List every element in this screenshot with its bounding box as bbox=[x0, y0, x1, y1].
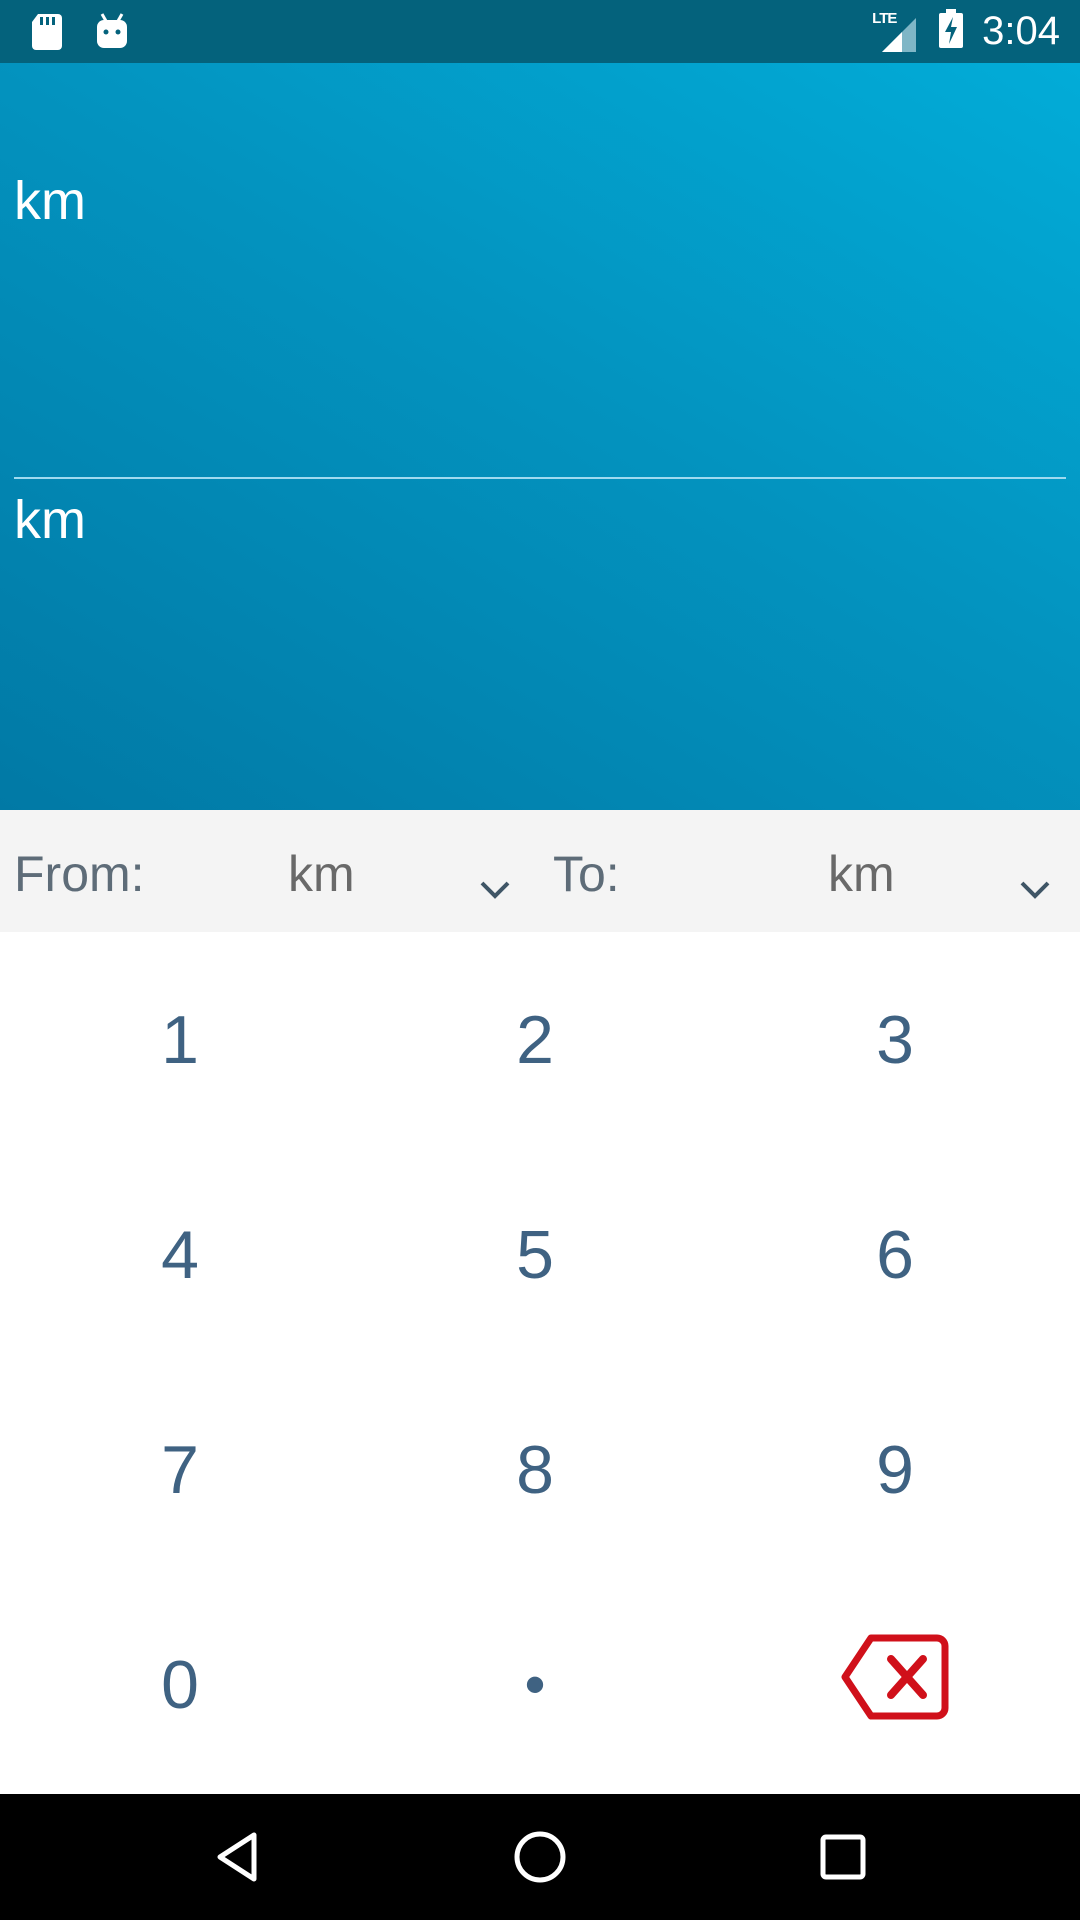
conversion-display: km km bbox=[0, 63, 1080, 810]
key-9[interactable]: 9 bbox=[715, 1362, 1075, 1577]
display-divider bbox=[14, 477, 1066, 479]
to-chevron-down-icon[interactable] bbox=[1018, 856, 1052, 899]
back-icon[interactable] bbox=[208, 1827, 268, 1887]
key-6[interactable]: 6 bbox=[715, 1147, 1075, 1362]
from-unit-dropdown[interactable]: km bbox=[288, 845, 355, 903]
from-label: From: bbox=[14, 846, 145, 902]
backspace-icon bbox=[841, 1634, 949, 1736]
key-7[interactable]: 7 bbox=[0, 1362, 360, 1577]
key-0[interactable]: 0 bbox=[0, 1577, 360, 1792]
key-4[interactable]: 4 bbox=[0, 1147, 360, 1362]
to-label: To: bbox=[553, 846, 620, 902]
status-bar: LTE 3:04 bbox=[0, 0, 1080, 63]
sd-card-icon bbox=[30, 12, 64, 55]
android-icon bbox=[94, 12, 130, 55]
input-unit-label: km bbox=[14, 171, 86, 231]
key-1[interactable]: 1 bbox=[0, 932, 360, 1147]
backspace-button[interactable] bbox=[715, 1577, 1075, 1792]
to-unit-dropdown[interactable]: km bbox=[828, 845, 895, 903]
home-icon[interactable] bbox=[510, 1827, 570, 1887]
key-decimal-point[interactable]: • bbox=[355, 1577, 715, 1792]
key-8[interactable]: 8 bbox=[355, 1362, 715, 1577]
output-unit-label: km bbox=[14, 490, 86, 550]
key-2[interactable]: 2 bbox=[355, 932, 715, 1147]
unit-selector-bar: From: km To: km bbox=[0, 810, 1080, 933]
key-3[interactable]: 3 bbox=[715, 932, 1075, 1147]
battery-charging-icon bbox=[938, 9, 964, 54]
lte-signal-icon: LTE bbox=[872, 10, 920, 52]
clock: 3:04 bbox=[982, 9, 1060, 53]
from-chevron-down-icon[interactable] bbox=[478, 856, 512, 899]
key-5[interactable]: 5 bbox=[355, 1147, 715, 1362]
navigation-bar bbox=[0, 1794, 1080, 1920]
number-keypad: 1 2 3 4 5 6 7 8 9 0 • bbox=[0, 932, 1080, 1794]
recents-icon[interactable] bbox=[813, 1827, 873, 1887]
